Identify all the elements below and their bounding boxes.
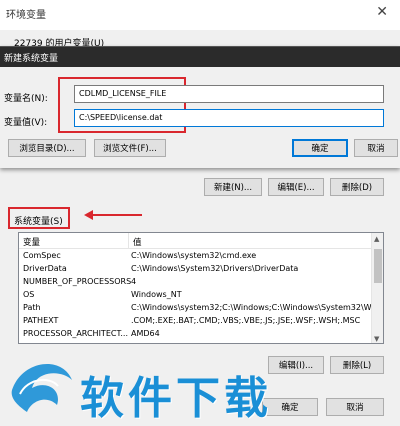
scroll-up-icon[interactable]: ▲	[374, 235, 379, 243]
user-new-button[interactable]: 新建(N)...	[204, 178, 262, 196]
env-titlebar: 环境变量 ✕	[0, 0, 400, 30]
user-edit-button[interactable]: 编辑(E)...	[268, 178, 324, 196]
row-name: DriverData	[23, 264, 67, 273]
env-window-title: 环境变量	[6, 10, 46, 21]
row-name: PATHEXT	[23, 316, 59, 325]
env-ok-button[interactable]: 确定	[262, 398, 318, 416]
system-variables-label: 系统变量(S)	[14, 217, 63, 227]
dialog-cancel-button[interactable]: 取消	[354, 139, 398, 157]
annotation-arrow-line	[92, 214, 142, 216]
table-row[interactable]: OS Windows_NT	[19, 289, 371, 302]
system-variables-table[interactable]: 变量 值 ComSpec C:\Windows\system32\cmd.exe…	[18, 232, 384, 344]
table-row[interactable]: PATHEXT .COM;.EXE;.BAT;.CMD;.VBS;.VBE;.J…	[19, 315, 371, 328]
row-name: OS	[23, 290, 35, 299]
row-value: Windows_NT	[131, 290, 182, 299]
row-name: NUMBER_OF_PROCESSORS	[23, 277, 132, 286]
table-row[interactable]: ComSpec C:\Windows\system32\cmd.exe	[19, 250, 371, 263]
row-value: 4	[131, 277, 137, 286]
table-row[interactable]: Path C:\Windows\system32;C:\Windows;C:\W…	[19, 302, 383, 315]
variable-value-input[interactable]: C:\SPEED\license.dat	[74, 109, 384, 127]
table-row[interactable]: PROCESSOR_ARCHITECT... AMD64	[19, 328, 371, 341]
row-value: .COM;.EXE;.BAT;.CMD;.VBS;.VBE;.JS;.JSE;.…	[131, 316, 361, 325]
table-row[interactable]: NUMBER_OF_PROCESSORS 4	[19, 276, 371, 289]
dialog-titlebar: 新建系统变量	[0, 47, 400, 67]
dialog-ok-button[interactable]: 确定	[292, 139, 348, 157]
system-edit-button[interactable]: 编辑(I)...	[268, 356, 324, 374]
scroll-down-icon[interactable]: ▼	[374, 335, 379, 343]
row-name: ComSpec	[23, 251, 61, 260]
row-value: C:\Windows\system32;C:\Windows;C:\Window…	[131, 303, 384, 312]
browse-directory-button[interactable]: 浏览目录(D)...	[8, 139, 86, 157]
dialog-title: 新建系统变量	[4, 54, 59, 64]
row-name: Path	[23, 303, 41, 312]
row-name: PROCESSOR_ARCHITECT...	[23, 329, 129, 338]
env-cancel-button[interactable]: 取消	[326, 398, 384, 416]
column-header-name[interactable]: 变量	[19, 233, 129, 249]
variable-name-label: 变量名(N):	[4, 94, 48, 104]
user-delete-button[interactable]: 删除(D)	[330, 178, 384, 196]
table-row[interactable]: DriverData C:\Windows\System32\Drivers\D…	[19, 263, 371, 276]
column-header-value[interactable]: 值	[129, 233, 373, 249]
system-delete-button[interactable]: 删除(L)	[330, 356, 384, 374]
browse-file-button[interactable]: 浏览文件(F)...	[94, 139, 166, 157]
close-icon[interactable]: ✕	[376, 4, 388, 20]
row-value: AMD64	[131, 329, 160, 338]
variable-value-label: 变量值(V):	[4, 118, 48, 128]
row-value: C:\Windows\System32\Drivers\DriverData	[131, 264, 299, 273]
column-header-value-text: 值	[133, 238, 142, 248]
row-value: C:\Windows\system32\cmd.exe	[131, 251, 257, 260]
new-system-variable-dialog: 新建系统变量 变量名(N): CDLMD_LICENSE_FILE 变量值(V)…	[0, 46, 400, 168]
variable-name-input[interactable]: CDLMD_LICENSE_FILE	[74, 85, 384, 103]
column-header-name-text: 变量	[23, 238, 41, 248]
vertical-scrollbar[interactable]: ▲ ▼	[371, 233, 383, 343]
scroll-thumb[interactable]	[374, 249, 382, 283]
